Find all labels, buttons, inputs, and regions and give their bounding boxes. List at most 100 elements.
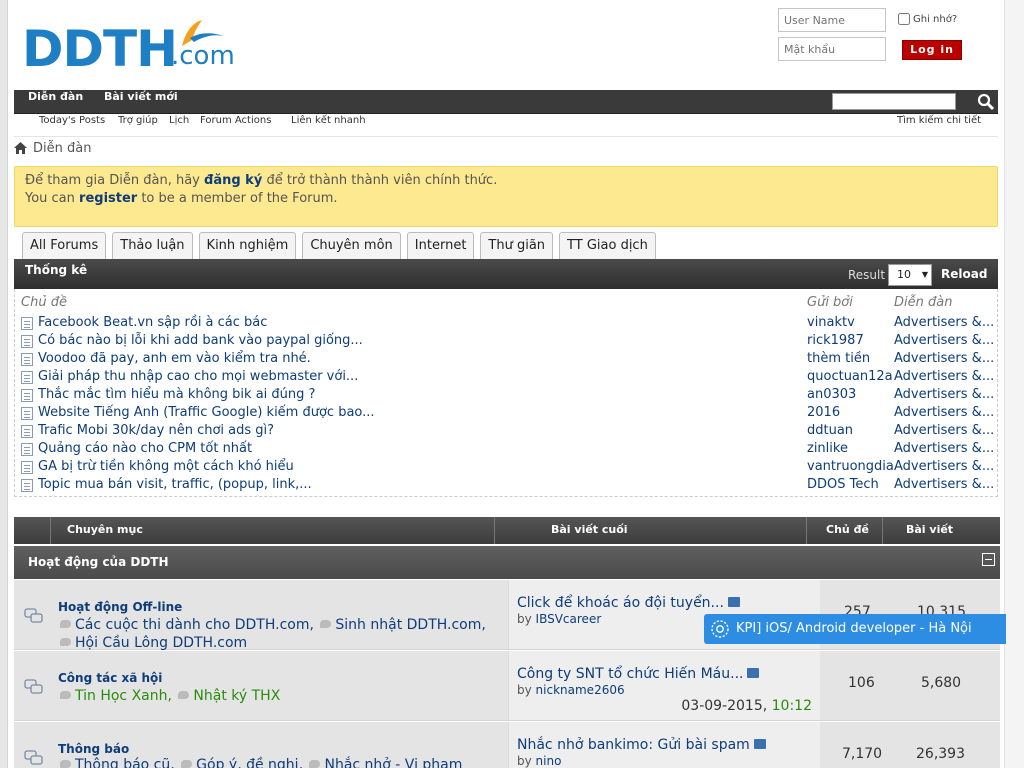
- stats-thread-link[interactable]: Quảng cáo nào cho CPM tốt nhất: [38, 441, 252, 456]
- tab-tt-giao-dich[interactable]: TT Giao dịch: [559, 232, 656, 259]
- stats-forum-link[interactable]: Advertisers &...: [894, 369, 994, 384]
- subforum-link[interactable]: Các cuộc thi dành cho DDTH.com,: [75, 617, 314, 633]
- subforum-link[interactable]: Thông báo cũ,: [75, 757, 175, 768]
- stats-forum-link[interactable]: Advertisers &...: [894, 387, 994, 402]
- subforum-link[interactable]: Hội Cầu Lông DDTH.com: [75, 635, 247, 651]
- stats-thread-link[interactable]: Giải pháp thu nhập cao cho mọi webmaster…: [38, 369, 358, 384]
- tab-internet[interactable]: Internet: [406, 232, 475, 259]
- last-post: Nhắc nhở bankimo: Gửi bài spam by nino: [508, 722, 820, 768]
- stats-user-link[interactable]: zinlike: [807, 441, 893, 456]
- stats-forum-link[interactable]: Advertisers &...: [894, 459, 994, 474]
- go-to-post-icon[interactable]: [753, 739, 766, 749]
- stats-user-link[interactable]: DDOS Tech: [807, 477, 893, 492]
- stats-forum-link[interactable]: Advertisers &...: [894, 351, 994, 366]
- chevron-down-icon: ▼: [921, 270, 928, 279]
- stats-forum-link[interactable]: Advertisers &...: [894, 405, 994, 420]
- tab-chuyen-mon[interactable]: Chuyên môn: [302, 232, 401, 259]
- search-icon[interactable]: [976, 92, 996, 112]
- advanced-search-link[interactable]: Tìm kiếm chi tiết: [897, 115, 981, 126]
- subnav-calendar[interactable]: Lịch: [169, 115, 189, 126]
- notice-text: Để tham gia Diễn đàn, hãy: [25, 173, 205, 188]
- subforum-link[interactable]: Sinh nhật DDTH.com,: [335, 617, 485, 633]
- last-post-title[interactable]: Nhắc nhở bankimo: Gửi bài spam: [517, 737, 766, 753]
- subforum-link[interactable]: Nhật ký THX: [193, 688, 280, 704]
- thread-icon: [21, 335, 33, 348]
- stats-user-link[interactable]: thèm tiền: [807, 351, 893, 366]
- stats-thread-link[interactable]: Có bác nào bị lỗi khi add bank vào paypa…: [38, 333, 363, 348]
- stats-user-link[interactable]: an0303: [807, 387, 893, 402]
- subforum-link[interactable]: Góp ý, đề nghị,: [196, 757, 303, 768]
- register-link-en[interactable]: register: [79, 191, 137, 206]
- stats-user-link[interactable]: 2016: [807, 405, 893, 420]
- go-to-post-icon[interactable]: [747, 668, 760, 678]
- logo-text: DDTH: [22, 20, 178, 78]
- forum-row: Thông báo Thông báo cũ, Góp ý, đề nghị, …: [14, 722, 1000, 768]
- forum-title[interactable]: Hoạt động Off-line: [58, 600, 182, 614]
- stats-forum-link[interactable]: Advertisers &...: [894, 333, 994, 348]
- last-post-title[interactable]: Click để khoác áo đội tuyển...: [517, 595, 740, 611]
- tab-all-forums[interactable]: All Forums: [22, 232, 107, 259]
- subnav-help[interactable]: Trợ giúp: [118, 115, 158, 126]
- last-post-by: by: [517, 612, 532, 626]
- subnav-todays-posts[interactable]: Today's Posts: [39, 115, 105, 126]
- forum-row: Công tác xã hội Tin Học Xanh, Nhật ký TH…: [14, 651, 1000, 721]
- subforum-icon: [60, 638, 71, 646]
- notice-text: để trở thành thành viên chính thức.: [262, 173, 498, 188]
- subforum-link[interactable]: Nhắc nhở - Vi phạm: [324, 757, 462, 768]
- stats-user-link[interactable]: vantruongdia: [807, 459, 893, 474]
- stats-forum-link[interactable]: Advertisers &...: [894, 315, 994, 330]
- subnav-quick-links[interactable]: Liên kết nhanh: [291, 115, 366, 126]
- stats-thread-link[interactable]: Topic mua bán visit, traffic, (popup, li…: [38, 477, 312, 492]
- password-field[interactable]: [778, 37, 886, 61]
- stats-user-link[interactable]: quoctuan12a: [807, 369, 893, 384]
- remember-checkbox[interactable]: [898, 13, 910, 25]
- notification-popup[interactable]: KPI] iOS/ Android developer - Hà Nội: [704, 614, 1006, 644]
- login-button[interactable]: Log in: [902, 40, 962, 60]
- search-input[interactable]: [832, 93, 956, 110]
- home-icon[interactable]: [14, 142, 27, 154]
- forum-title[interactable]: Công tác xã hội: [58, 671, 162, 685]
- last-post-title[interactable]: Công ty SNT tổ chức Hiến Máu...: [517, 666, 760, 682]
- last-post-user[interactable]: nino: [536, 754, 562, 768]
- category-title[interactable]: Hoạt động của DDTH: [28, 555, 169, 569]
- username-field[interactable]: [778, 8, 886, 32]
- result-select[interactable]: 10 ▼: [888, 264, 932, 286]
- forum-title[interactable]: Thông báo: [58, 742, 129, 756]
- reload-button[interactable]: Reload: [941, 267, 987, 281]
- tab-thu-gian[interactable]: Thư giãn: [480, 232, 554, 259]
- subforum-icon: [320, 620, 332, 628]
- subforum-list: Các cuộc thi dành cho DDTH.com, Sinh nhậ…: [58, 616, 498, 652]
- nav-tab-new-posts[interactable]: Bài viết mới: [104, 90, 178, 114]
- subnav-forum-actions[interactable]: Forum Actions: [200, 115, 271, 126]
- stats-thread-link[interactable]: Trafic Mobi 30k/day nên chơi ads gì?: [38, 423, 274, 438]
- stats-thread-link[interactable]: Thắc mắc tìm hiểu mà không bik ai đúng ?: [38, 387, 315, 402]
- thread-icon: [21, 353, 33, 366]
- category-header[interactable]: Hoạt động của DDTH: [14, 546, 1000, 579]
- stats-user-link[interactable]: rick1987: [807, 333, 893, 348]
- stats-thread-link[interactable]: GA bị trừ tiền không một cách khó hiểu: [38, 459, 294, 474]
- stats-thread-link[interactable]: Facebook Beat.vn sập rồi à các bác: [38, 315, 267, 330]
- site-logo[interactable]: DDTH .com: [22, 18, 242, 76]
- last-post-user[interactable]: IBSVcareer: [536, 612, 602, 626]
- remember-me[interactable]: Ghi nhớ?: [898, 13, 957, 25]
- go-to-post-icon[interactable]: [727, 597, 740, 607]
- stats-row: Trafic Mobi 30k/day nên chơi ads gì? ddtu…: [21, 423, 994, 441]
- stats-forum-link[interactable]: Advertisers &...: [894, 477, 994, 492]
- last-post-user[interactable]: nickname2606: [536, 683, 625, 697]
- nav-tab-forums[interactable]: Diễn đàn: [28, 90, 83, 114]
- stats-forum-link[interactable]: Advertisers &...: [894, 441, 994, 456]
- stats-thread-link[interactable]: Voodoo đã pay, anh em vào kiểm tra nhé.: [38, 351, 311, 366]
- tab-thao-luan[interactable]: Thảo luận: [112, 232, 193, 259]
- stats-row: Facebook Beat.vn sập rồi à các bác vinakt…: [21, 315, 994, 333]
- stats-user-link[interactable]: ddtuan: [807, 423, 893, 438]
- stats-forum-link[interactable]: Advertisers &...: [894, 423, 994, 438]
- tab-kinh-nghiem[interactable]: Kinh nghiệm: [198, 232, 297, 259]
- stats-user-link[interactable]: vinaktv: [807, 315, 893, 330]
- stats-thread-link[interactable]: Website Tiếng Anh (Traffic Google) kiếm …: [38, 405, 375, 420]
- subforum-link[interactable]: Tin Học Xanh,: [75, 688, 172, 704]
- col-header-last-post: Bài viết cuối: [551, 523, 628, 536]
- collapse-icon[interactable]: [982, 553, 995, 566]
- register-link-vi[interactable]: đăng ký: [204, 173, 262, 188]
- forum-status-icon: [24, 608, 43, 623]
- subforum-icon: [60, 620, 71, 628]
